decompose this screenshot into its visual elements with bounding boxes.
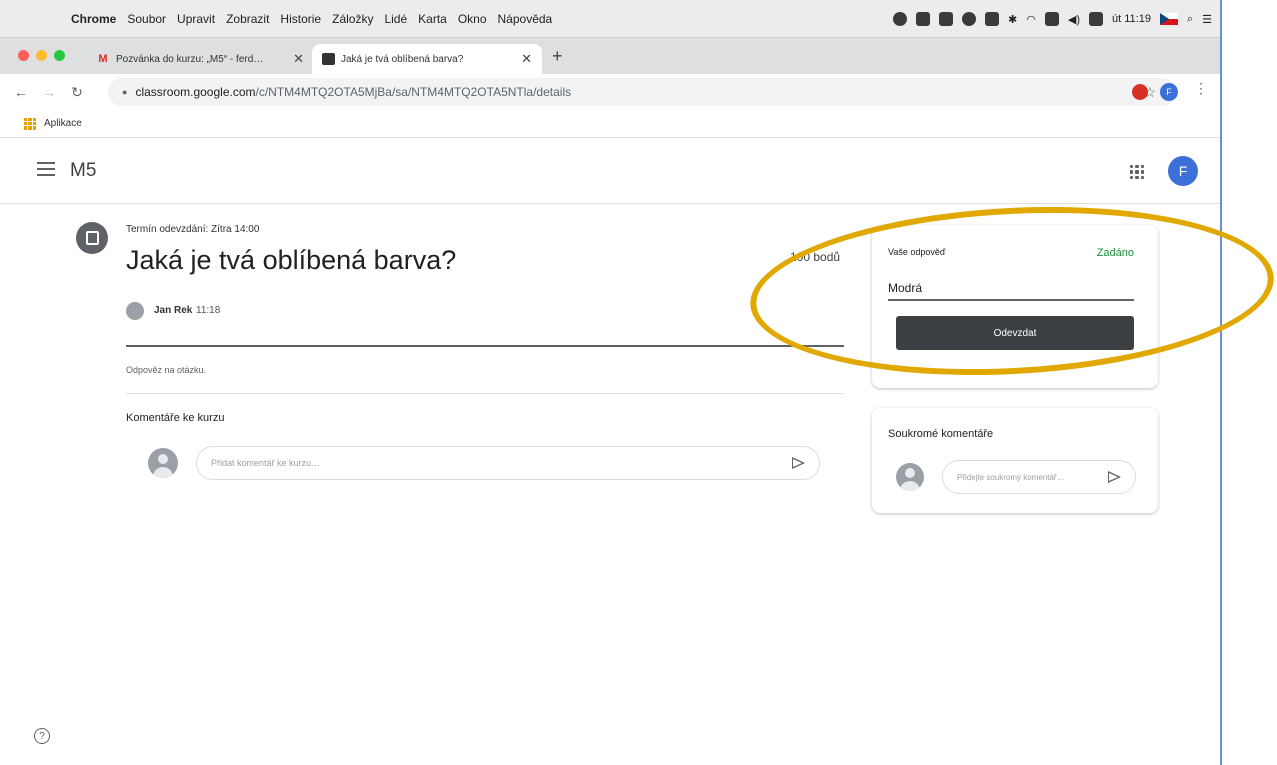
back-arrow-icon[interactable]: ← xyxy=(14,84,28,100)
tab-title: Pozvánka do kurzu: „M5“ - ferd… xyxy=(116,53,264,65)
assignment-title: Jaká je tvá oblíbená barva? xyxy=(126,245,457,275)
bookmark-apps[interactable]: Aplikace xyxy=(44,118,82,129)
url-path: /c/NTM4MTQ2OTA5MjBa/sa/NTM4MTQ2OTA5NTla/… xyxy=(255,85,572,99)
private-comments-title: Soukromé komentáře xyxy=(888,428,994,440)
menu-app[interactable]: Chrome xyxy=(71,12,116,26)
class-comments-title: Komentáře ke kurzu xyxy=(126,412,225,424)
classroom-header: M5 F xyxy=(0,138,1220,204)
tab-strip: M Pozvánka do kurzu: „M5“ - ferd… ✕ Jaká… xyxy=(0,38,1220,74)
notification-center-icon[interactable]: ☰ xyxy=(1202,13,1212,26)
bluetooth-icon[interactable]: ✱ xyxy=(1008,13,1017,26)
zoom-window-button[interactable] xyxy=(54,50,65,61)
tab-assignment[interactable]: Jaká je tvá oblíbená barva? ✕ xyxy=(312,44,542,74)
url-domain: classroom.google.com xyxy=(135,85,256,99)
wifi-icon[interactable]: ◠ xyxy=(1026,13,1036,26)
menubar-clock[interactable]: út 11:19 xyxy=(1112,13,1151,25)
classroom-icon xyxy=(322,53,335,65)
user-avatar-icon xyxy=(148,448,178,478)
private-comments-card: Soukromé komentáře Přidejte soukromý kom… xyxy=(872,408,1158,513)
menubar-status-area: ✱ ◠ ◀) út 11:19 ⌕ ☰ xyxy=(893,0,1212,38)
close-window-button[interactable] xyxy=(18,50,29,61)
assignment-instructions: Odpověz na otázku. xyxy=(126,365,207,375)
address-bar-row: ← → ↻ ● classroom.google.com/c/NTM4MTQ2O… xyxy=(0,74,1220,110)
menu-napoveda[interactable]: Nápověda xyxy=(498,12,553,26)
battery-icon[interactable] xyxy=(1089,12,1103,26)
calendar-icon[interactable] xyxy=(916,12,931,26)
due-date: Termín odevzdání: Zítra 14:00 xyxy=(126,224,260,235)
help-icon[interactable]: ? xyxy=(34,728,50,744)
dropbox-icon[interactable] xyxy=(985,12,1000,26)
assignment-icon xyxy=(76,222,108,254)
omnibox[interactable]: ● classroom.google.com/c/NTM4MTQ2OTA5MjB… xyxy=(108,78,1176,106)
new-tab-icon[interactable]: + xyxy=(552,46,563,67)
photos-icon[interactable] xyxy=(939,12,954,26)
divider xyxy=(126,345,844,347)
user-avatar-icon xyxy=(896,463,924,491)
volume-icon[interactable]: ◀) xyxy=(1068,13,1080,26)
close-tab-icon[interactable]: ✕ xyxy=(521,51,532,67)
mac-menubar: Chrome Soubor Upravit Zobrazit Historie … xyxy=(0,0,1220,38)
author-name: Jan Rek xyxy=(154,305,193,316)
menu-lide[interactable]: Lidé xyxy=(384,12,407,26)
forward-arrow-icon[interactable]: → xyxy=(42,84,56,100)
divider xyxy=(126,393,844,394)
close-tab-icon[interactable]: ✕ xyxy=(293,51,304,67)
class-name[interactable]: M5 xyxy=(70,160,96,182)
tab-title: Jaká je tvá oblíbená barva? xyxy=(341,53,464,65)
airplay-icon[interactable] xyxy=(1044,12,1059,26)
evernote-icon[interactable] xyxy=(962,12,977,26)
menu-upravit[interactable]: Upravit xyxy=(177,12,215,26)
private-comment-placeholder: Přidejte soukromý komentář… xyxy=(957,472,1065,482)
send-icon[interactable] xyxy=(1108,471,1121,483)
menu-zalozky[interactable]: Záložky xyxy=(332,12,373,26)
lock-icon[interactable]: ● xyxy=(122,87,127,97)
browser-profile-avatar[interactable]: F xyxy=(1160,83,1178,101)
reload-icon[interactable]: ↻ xyxy=(70,84,84,101)
menu-okno[interactable]: Okno xyxy=(458,12,487,26)
private-comment-input[interactable]: Přidejte soukromý komentář… xyxy=(942,460,1136,494)
bookmarks-bar: Aplikace xyxy=(0,110,1220,138)
browser-menu-icon[interactable]: ⋮ xyxy=(1194,80,1208,97)
apps-grid-icon[interactable] xyxy=(24,117,36,130)
menu-zobrazit[interactable]: Zobrazit xyxy=(226,12,269,26)
minimize-window-button[interactable] xyxy=(36,50,47,61)
google-apps-icon[interactable] xyxy=(1130,165,1144,179)
window-controls xyxy=(18,50,65,61)
browser-window: Chrome Soubor Upravit Zobrazit Historie … xyxy=(0,0,1222,765)
gmail-icon: M xyxy=(98,53,108,65)
spotlight-search-icon[interactable]: ⌕ xyxy=(1187,13,1193,26)
class-comment-input[interactable]: Přidat komentář ke kurzu… xyxy=(196,446,820,480)
author-avatar xyxy=(126,302,144,320)
account-avatar[interactable]: F xyxy=(1168,156,1198,186)
adblock-extension-icon[interactable] xyxy=(1132,84,1148,100)
class-comment-placeholder: Přidat komentář ke kurzu… xyxy=(211,458,321,468)
status-app-icon[interactable] xyxy=(893,12,908,26)
hamburger-menu-icon[interactable] xyxy=(37,162,55,176)
menu-soubor[interactable]: Soubor xyxy=(127,12,166,26)
input-source-flag-icon[interactable] xyxy=(1159,13,1178,25)
post-time: 11:18 xyxy=(196,305,221,316)
menu-historie[interactable]: Historie xyxy=(280,12,321,26)
send-icon[interactable] xyxy=(792,457,805,469)
menu-karta[interactable]: Karta xyxy=(418,12,447,26)
tab-gmail-invite[interactable]: M Pozvánka do kurzu: „M5“ - ferd… ✕ xyxy=(86,44,314,74)
